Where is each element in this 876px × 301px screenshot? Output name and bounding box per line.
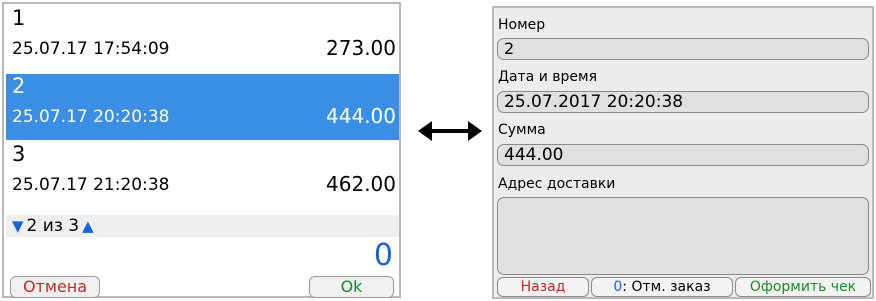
order-number: 3 xyxy=(12,142,26,166)
order-datetime: 25.07.17 17:54:09 xyxy=(12,39,170,59)
triangle-up-icon[interactable]: ▲ xyxy=(82,217,94,235)
cancel-order-key: 0 xyxy=(613,279,623,295)
list-item-order-1[interactable]: 1 25.07.17 17:54:09 273.00 xyxy=(6,6,399,72)
triangle-down-icon[interactable]: ▼ xyxy=(12,217,24,235)
cancel-order-button[interactable]: 0: Отм. заказ xyxy=(591,277,733,297)
datetime-field[interactable]: 25.07.2017 20:20:38 xyxy=(497,91,869,113)
list-item-order-2[interactable]: 2 25.07.17 20:20:38 444.00 xyxy=(6,74,399,140)
sum-label: Сумма xyxy=(498,122,546,138)
cancel-order-label: : Отм. заказ xyxy=(622,279,711,295)
double-arrow-icon xyxy=(418,121,482,141)
ok-button[interactable]: Ok xyxy=(309,276,394,298)
cancel-button[interactable]: Отмена xyxy=(10,276,100,298)
address-label: Адрес доставки xyxy=(498,176,616,192)
counter-value: 0 xyxy=(373,238,393,273)
order-number: 2 xyxy=(12,74,26,98)
order-detail-screen: Номер 2 Дата и время 25.07.2017 20:20:38… xyxy=(492,6,874,299)
order-sum: 462.00 xyxy=(326,172,396,196)
pager: ▼ 2 из 3 ▲ xyxy=(6,215,399,237)
number-label: Номер xyxy=(498,17,546,33)
order-datetime: 25.07.17 20:20:38 xyxy=(12,107,170,127)
back-button[interactable]: Назад xyxy=(497,277,589,297)
address-field[interactable] xyxy=(497,197,869,275)
list-item-order-3[interactable]: 3 25.07.17 21:20:38 462.00 xyxy=(6,142,399,208)
number-field[interactable]: 2 xyxy=(497,38,869,60)
order-sum: 273.00 xyxy=(326,36,396,60)
pager-text: 2 из 3 xyxy=(26,216,80,236)
sum-field[interactable]: 444.00 xyxy=(497,144,869,166)
order-list-screen: 1 25.07.17 17:54:09 273.00 2 25.07.17 20… xyxy=(2,2,401,298)
order-datetime: 25.07.17 21:20:38 xyxy=(12,175,170,195)
datetime-label: Дата и время xyxy=(498,69,597,85)
checkout-button[interactable]: Оформить чек xyxy=(735,277,871,297)
order-number: 1 xyxy=(12,6,26,30)
order-sum: 444.00 xyxy=(326,104,396,128)
